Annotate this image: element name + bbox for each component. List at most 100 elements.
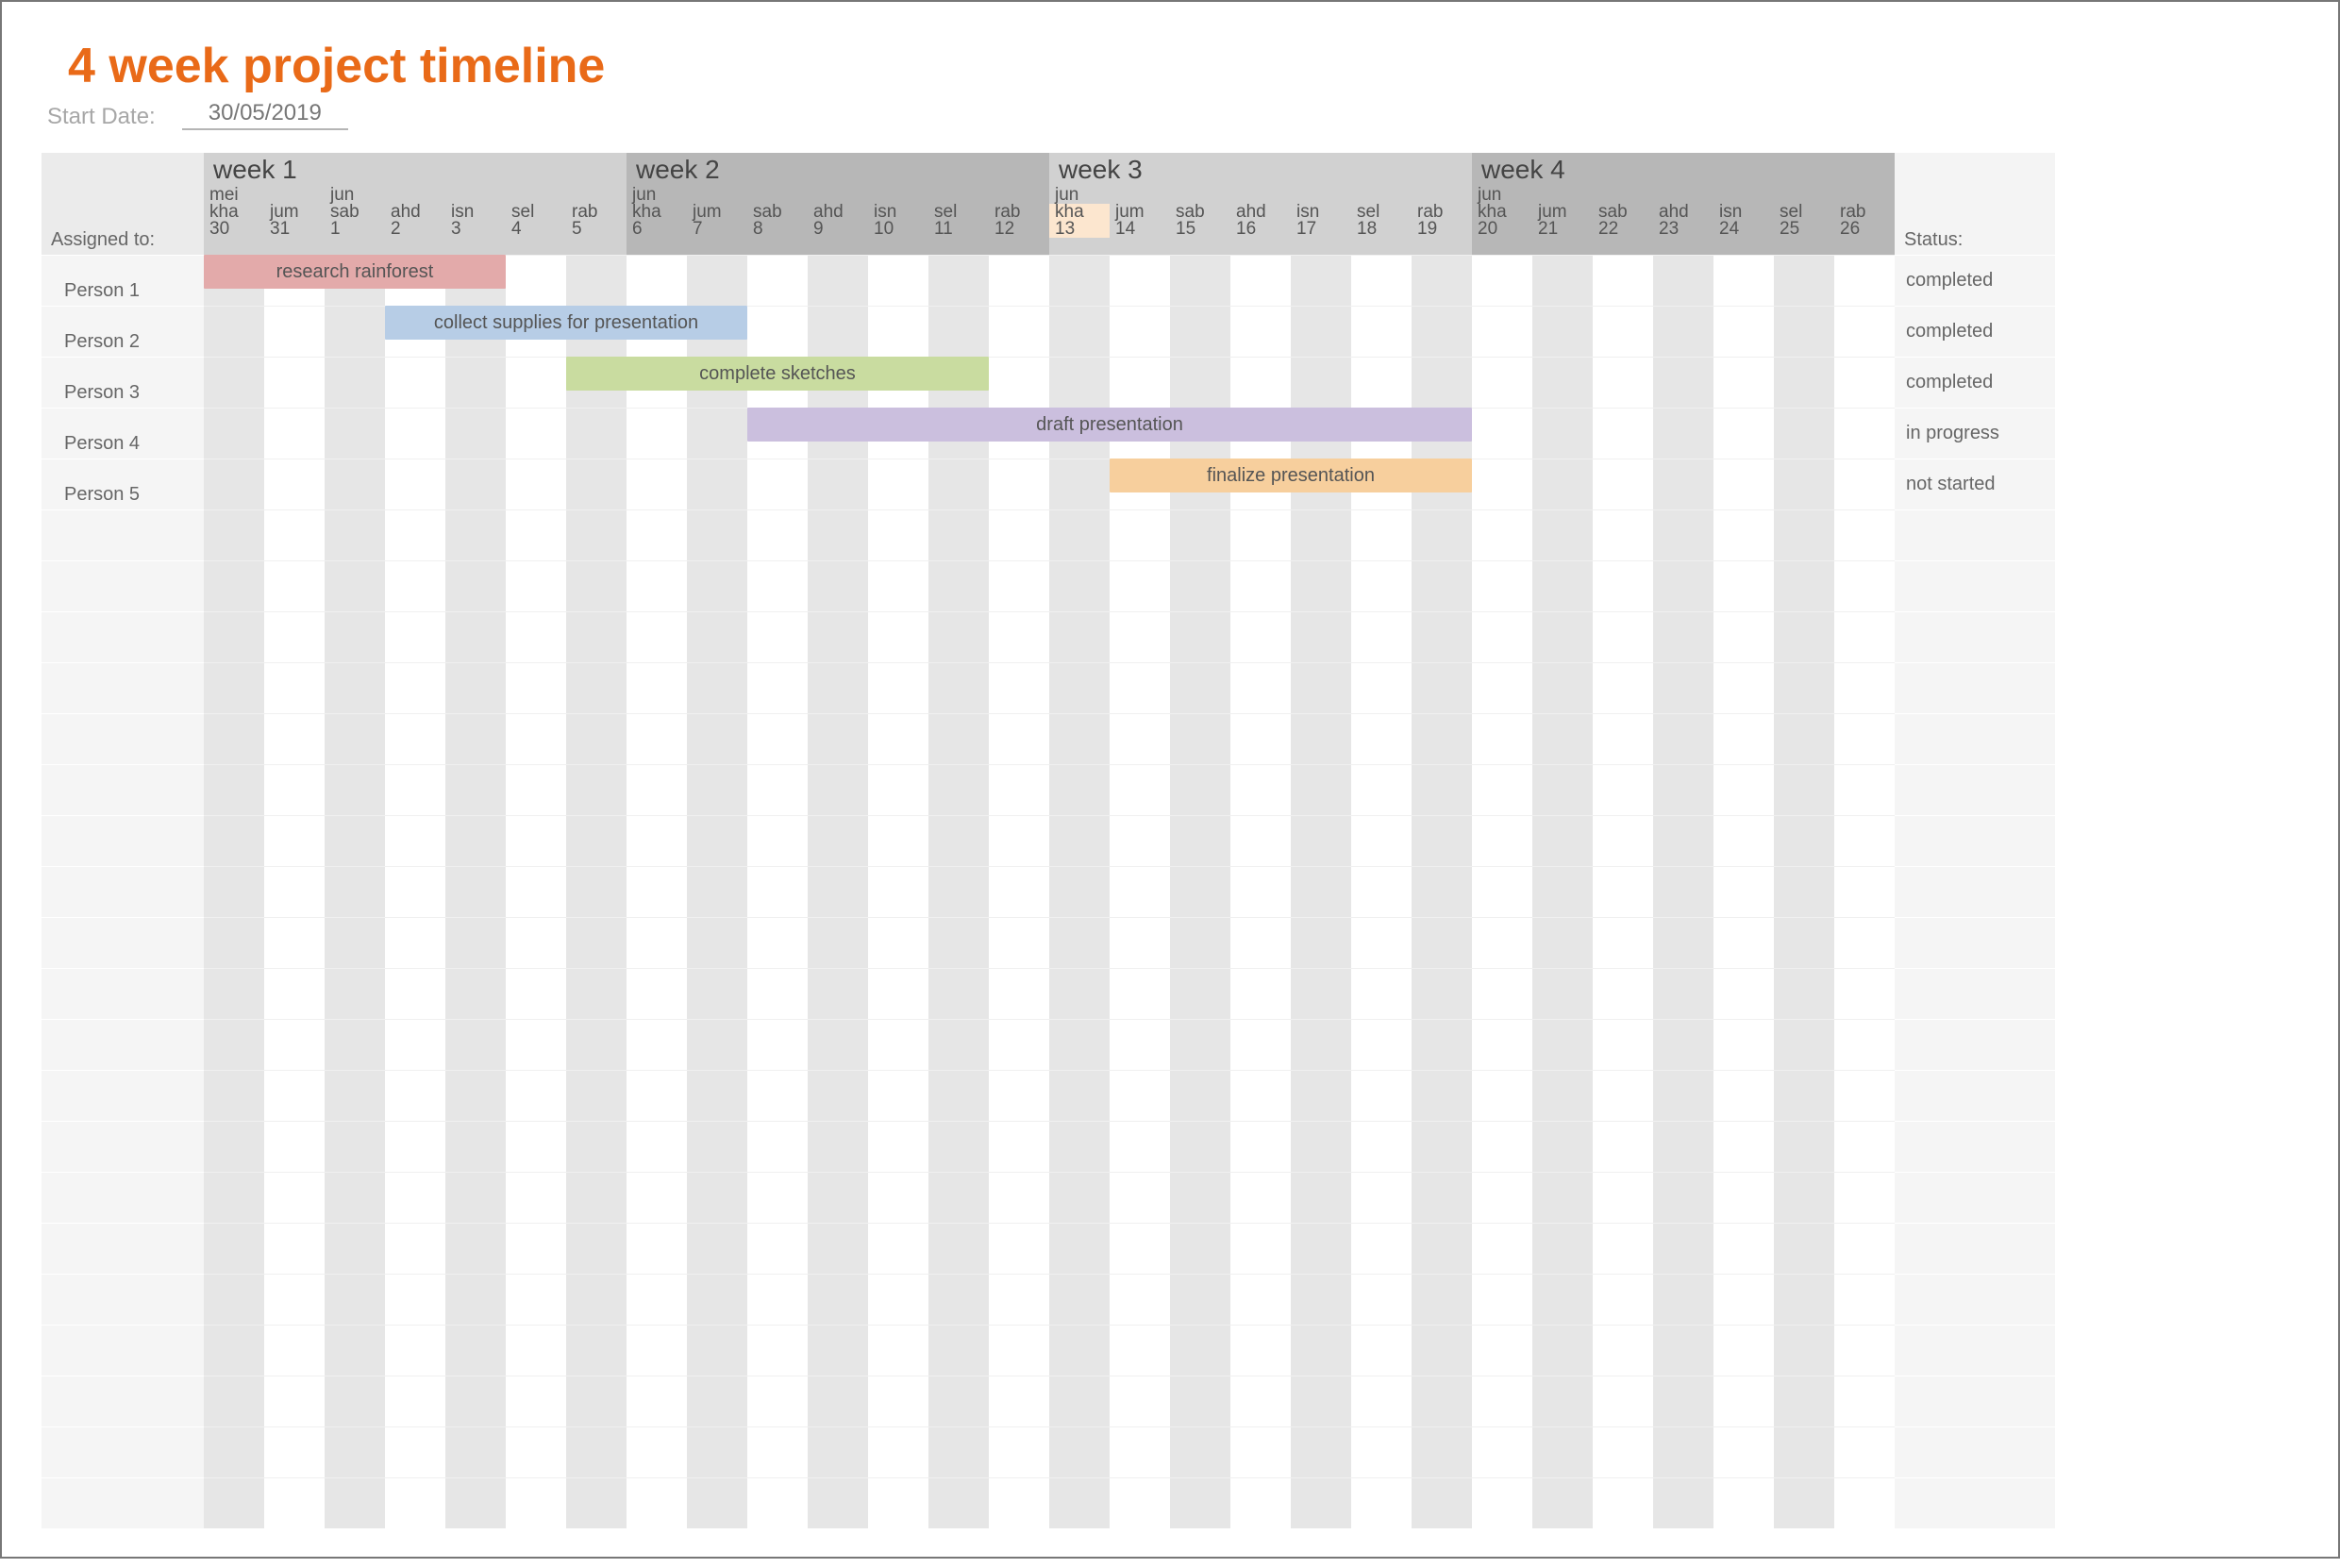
grid-cell[interactable] — [1291, 866, 1351, 917]
grid-cell[interactable] — [868, 1325, 928, 1376]
grid-cell[interactable] — [1532, 509, 1593, 560]
grid-cell[interactable] — [1412, 1070, 1472, 1121]
grid-cell[interactable] — [928, 1376, 989, 1426]
grid-cell[interactable] — [264, 611, 325, 662]
grid-cell[interactable] — [868, 713, 928, 764]
grid-cell[interactable] — [747, 306, 808, 357]
grid-cell[interactable] — [506, 917, 566, 968]
grid-cell[interactable] — [687, 968, 747, 1019]
grid-cell[interactable] — [1713, 1426, 1774, 1477]
grid-cell[interactable] — [445, 1426, 506, 1477]
grid-cell[interactable] — [1351, 611, 1412, 662]
grid-cell[interactable] — [264, 1426, 325, 1477]
grid-cell[interactable] — [445, 1274, 506, 1325]
grid-cell[interactable] — [1713, 815, 1774, 866]
grid-cell[interactable] — [1472, 968, 1532, 1019]
grid-cell[interactable] — [1653, 815, 1713, 866]
grid-cell[interactable] — [687, 815, 747, 866]
grid-cell[interactable] — [1834, 815, 1895, 866]
grid-cell[interactable] — [1351, 357, 1412, 408]
grid-cell[interactable] — [1593, 509, 1653, 560]
grid-cell[interactable] — [989, 255, 1049, 306]
grid-cell[interactable] — [1593, 255, 1653, 306]
grid-cell[interactable] — [747, 1477, 808, 1528]
task-bar[interactable]: draft presentation — [747, 408, 1472, 442]
grid-cell[interactable] — [747, 1019, 808, 1070]
grid-cell[interactable] — [1774, 1121, 1834, 1172]
grid-cell[interactable] — [1170, 662, 1230, 713]
grid-cell[interactable] — [627, 509, 687, 560]
grid-cell[interactable] — [1291, 815, 1351, 866]
grid-cell[interactable] — [204, 1070, 264, 1121]
grid-cell[interactable] — [687, 1121, 747, 1172]
grid-cell[interactable] — [1351, 764, 1412, 815]
grid-cell[interactable] — [385, 1121, 445, 1172]
grid-cell[interactable] — [445, 1477, 506, 1528]
grid-cell[interactable] — [204, 306, 264, 357]
grid-cell[interactable] — [385, 968, 445, 1019]
grid-cell[interactable] — [989, 1477, 1049, 1528]
grid-cell[interactable] — [325, 968, 385, 1019]
grid-cell[interactable] — [1351, 1121, 1412, 1172]
grid-cell[interactable] — [445, 509, 506, 560]
grid-cell[interactable] — [325, 357, 385, 408]
grid-cell[interactable] — [1713, 662, 1774, 713]
grid-cell[interactable] — [1351, 306, 1412, 357]
grid-cell[interactable] — [1593, 815, 1653, 866]
grid-cell[interactable] — [1472, 408, 1532, 459]
grid-cell[interactable] — [1049, 459, 1110, 509]
grid-cell[interactable] — [1230, 1274, 1291, 1325]
grid-cell[interactable] — [1774, 560, 1834, 611]
grid-cell[interactable] — [325, 459, 385, 509]
grid-cell[interactable] — [264, 509, 325, 560]
grid-cell[interactable] — [1593, 1019, 1653, 1070]
grid-cell[interactable] — [1291, 662, 1351, 713]
grid-cell[interactable] — [204, 713, 264, 764]
grid-cell[interactable] — [204, 509, 264, 560]
grid-cell[interactable] — [989, 1426, 1049, 1477]
grid-cell[interactable] — [687, 917, 747, 968]
grid-cell[interactable] — [687, 1070, 747, 1121]
grid-cell[interactable] — [1170, 713, 1230, 764]
grid-cell[interactable] — [1593, 1477, 1653, 1528]
grid-cell[interactable] — [687, 408, 747, 459]
grid-cell[interactable] — [1170, 1019, 1230, 1070]
grid-cell[interactable] — [1593, 713, 1653, 764]
grid-cell[interactable] — [385, 408, 445, 459]
grid-cell[interactable] — [445, 459, 506, 509]
grid-cell[interactable] — [1774, 662, 1834, 713]
grid-cell[interactable] — [1049, 1325, 1110, 1376]
grid-cell[interactable] — [204, 1325, 264, 1376]
grid-cell[interactable] — [1834, 306, 1895, 357]
grid-cell[interactable] — [1532, 1172, 1593, 1223]
grid-cell[interactable] — [1593, 1325, 1653, 1376]
grid-cell[interactable] — [566, 866, 627, 917]
grid-cell[interactable] — [566, 509, 627, 560]
grid-cell[interactable] — [747, 764, 808, 815]
task-bar[interactable]: collect supplies for presentation — [385, 306, 747, 340]
grid-cell[interactable] — [1472, 866, 1532, 917]
grid-cell[interactable] — [204, 1172, 264, 1223]
grid-cell[interactable] — [747, 1172, 808, 1223]
grid-cell[interactable] — [1049, 917, 1110, 968]
grid-cell[interactable] — [1170, 509, 1230, 560]
grid-cell[interactable] — [1170, 1274, 1230, 1325]
grid-cell[interactable] — [747, 1223, 808, 1274]
grid-cell[interactable] — [627, 611, 687, 662]
grid-cell[interactable] — [204, 560, 264, 611]
grid-cell[interactable] — [445, 968, 506, 1019]
grid-cell[interactable] — [204, 1019, 264, 1070]
grid-cell[interactable] — [1834, 1477, 1895, 1528]
grid-cell[interactable] — [506, 408, 566, 459]
grid-cell[interactable] — [989, 1121, 1049, 1172]
grid-cell[interactable] — [385, 611, 445, 662]
grid-cell[interactable] — [1049, 1019, 1110, 1070]
grid-cell[interactable] — [1110, 1477, 1170, 1528]
grid-cell[interactable] — [1049, 1121, 1110, 1172]
grid-cell[interactable] — [1713, 968, 1774, 1019]
grid-cell[interactable] — [445, 1070, 506, 1121]
grid-cell[interactable] — [1532, 1477, 1593, 1528]
grid-cell[interactable] — [627, 1019, 687, 1070]
grid-cell[interactable] — [1713, 764, 1774, 815]
grid-cell[interactable] — [868, 968, 928, 1019]
